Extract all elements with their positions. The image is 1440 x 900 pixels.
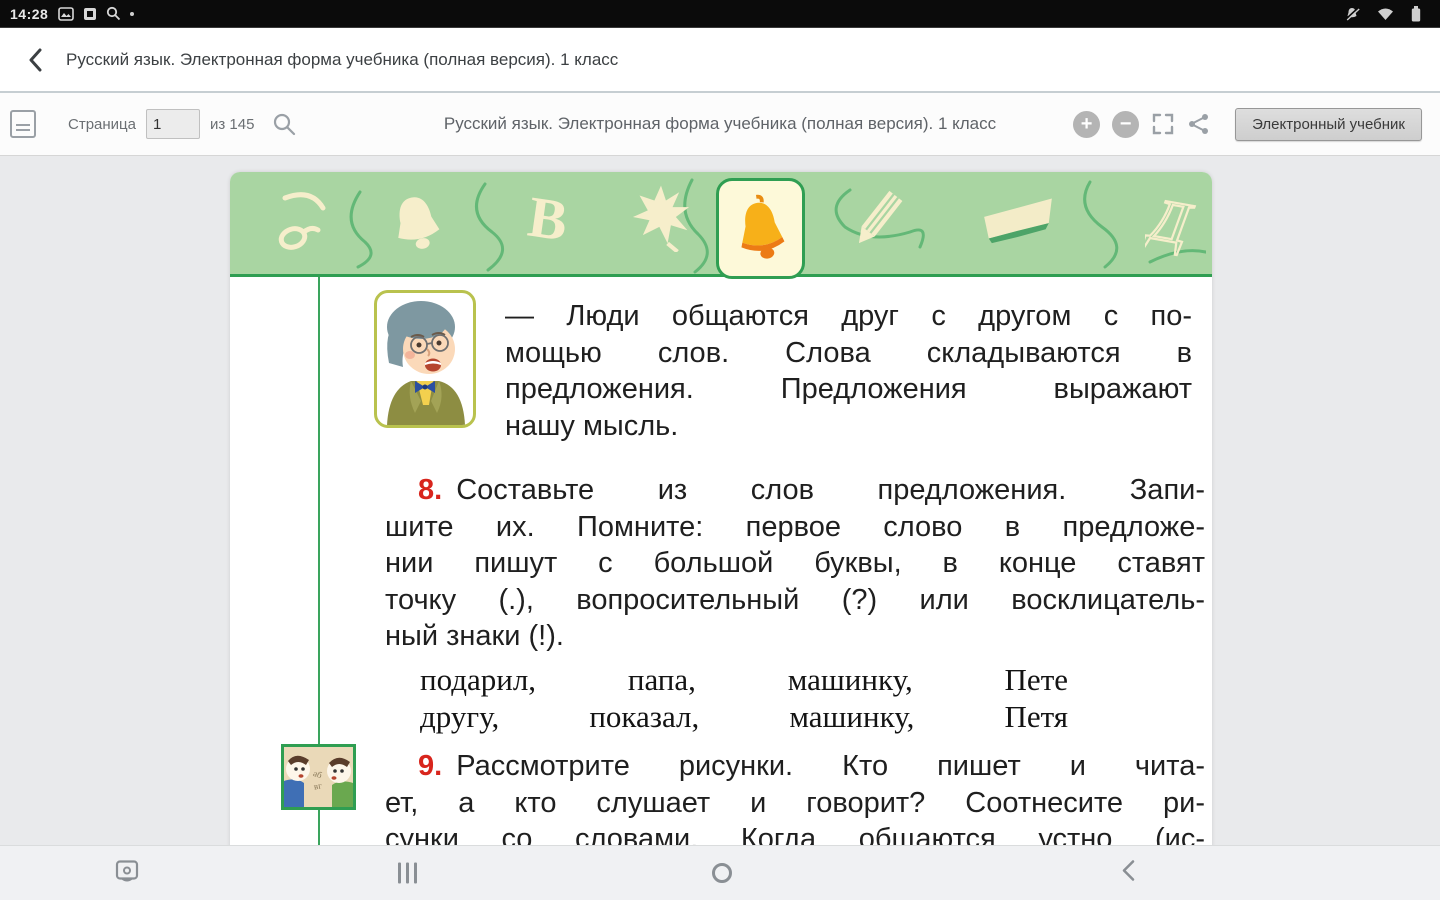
vibrate-icon — [1344, 6, 1360, 21]
teacher-avatar — [374, 290, 476, 428]
text-line: Составьте из слов предложения. Запи- — [456, 474, 1205, 506]
home-button[interactable] — [712, 863, 732, 883]
textbook-page: В Д — Люди общаются друг с другом с по- … — [230, 172, 1212, 845]
active-bell-icon — [740, 194, 784, 259]
screen: 14:28 Русский язык. Электронная форма уч… — [0, 0, 1440, 900]
back-button[interactable] — [18, 43, 52, 77]
share-icon[interactable] — [1187, 112, 1211, 136]
intro-paragraph: — Люди общаются друг с другом с по- мощь… — [505, 298, 1192, 444]
search-notification-icon — [106, 6, 121, 21]
page-number-input[interactable] — [145, 109, 200, 139]
text-line: мощью слов. Слова складываются в — [505, 336, 1192, 369]
toolbar-book-title: Русский язык. Электронная форма учебника… — [443, 114, 997, 133]
svg-text:В: В — [524, 184, 571, 254]
app-header: Русский язык. Электронная форма учебника… — [0, 28, 1440, 93]
glasses-icon — [271, 186, 335, 265]
text-line: точку (.), вопросительный (?) или воскли… — [385, 583, 1205, 616]
exercise-9-first-line: 9. Рассмотрите рисунки. Кто пишет и чита- — [385, 748, 1205, 785]
text-line: Рассмотрите рисунки. Кто пишет и чита- — [456, 750, 1205, 782]
text-line: ный знаки (!). — [385, 620, 564, 652]
word-list-line: другу, показал, машинку, Петя — [420, 699, 1068, 734]
clock: 14:28 — [10, 5, 49, 22]
wifi-icon — [1377, 7, 1394, 21]
page-label: Страница — [68, 115, 136, 133]
text-line: шите их. Помните: первое слово в предлож… — [385, 510, 1205, 543]
chapter-icon-band: В Д — [230, 172, 1212, 279]
text-line: предложения. Предложения выражают — [505, 373, 1192, 405]
battery-icon — [1411, 5, 1421, 22]
exercise-8-first-line: 8. Составьте из слов предложения. Запи- — [385, 472, 1205, 509]
letter-v-icon: В — [515, 178, 581, 259]
app-notification-icon — [83, 7, 97, 21]
text-line: сунки со словами. Когда общаются устно (… — [385, 823, 1205, 845]
word-list: подарил, папа, машинку, Пете другу, пока… — [420, 661, 1068, 735]
reader-toolbar: Страница из 145 Русский язык. Электронна… — [0, 93, 1440, 156]
text-line: — Люди общаются друг с другом с по- — [505, 300, 1192, 332]
page-total-label: из 145 — [209, 115, 255, 133]
fullscreen-icon[interactable] — [1151, 112, 1175, 136]
exercise-9: 9. Рассмотрите рисунки. Кто пишет и чита-… — [385, 748, 1205, 845]
exercise-8: 8. Составьте из слов предложения. Запи- ш… — [385, 472, 1205, 655]
pencil-icon — [845, 184, 911, 261]
svg-text:Д: Д — [1145, 185, 1197, 258]
text-line: нии пишут с большой буквы, в конце ставя… — [385, 547, 1205, 579]
screenshot-icon[interactable] — [115, 859, 139, 888]
open-book-icon — [978, 188, 1058, 257]
search-icon[interactable] — [272, 112, 296, 136]
more-notifications-dot — [130, 11, 135, 16]
android-nav-bar — [0, 845, 1440, 900]
zoom-out-button[interactable]: − — [1112, 110, 1140, 138]
bell-icon — [382, 190, 452, 265]
zoom-in-button[interactable]: + — [1073, 110, 1101, 138]
recents-button[interactable] — [398, 862, 417, 884]
status-bar: 14:28 — [0, 0, 1440, 28]
gallery-notification-icon — [58, 6, 75, 21]
back-nav-button[interactable] — [1120, 859, 1136, 888]
word-list-line: подарил, папа, машинку, Пете — [420, 662, 1068, 697]
exercise-9-number: 9. — [418, 750, 443, 782]
thumbnails-panel-icon[interactable] — [10, 110, 36, 138]
text-line: нашу мысль. — [505, 409, 679, 442]
app-header-title: Русский язык. Электронная форма учебника… — [66, 49, 619, 69]
active-section-tab[interactable] — [716, 178, 805, 279]
page-viewer: В Д — Люди общаются друг с другом с по- … — [0, 156, 1440, 845]
maple-leaf-icon — [628, 182, 694, 257]
talking-children-image: аб вг — [281, 744, 356, 810]
letter-d-icon: Д — [1140, 182, 1201, 263]
ebook-mode-button[interactable]: Электронный учебник — [1235, 107, 1422, 141]
text-line: ет, а кто слушает и говорит? Соотнесите … — [385, 786, 1205, 819]
exercise-8-number: 8. — [418, 474, 443, 506]
